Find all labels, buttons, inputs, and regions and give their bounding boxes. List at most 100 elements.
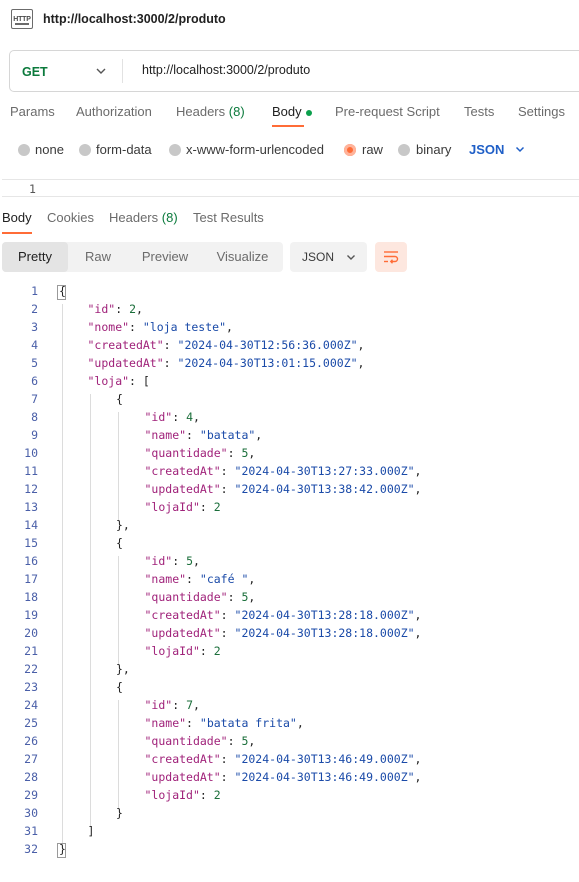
code-line: 13 "lojaId": 2 — [0, 500, 579, 518]
line-number: 25 — [24, 716, 38, 730]
view-raw-button[interactable]: Raw — [68, 242, 128, 272]
chevron-down-icon[interactable] — [94, 64, 108, 78]
view-visualize-button[interactable]: Visualize — [202, 242, 283, 272]
radio-form-data[interactable] — [79, 144, 91, 156]
response-format-select[interactable]: JSON — [290, 242, 367, 272]
line-number: 2 — [31, 302, 38, 316]
code-line: 26 "quantidade": 5, — [0, 734, 579, 752]
body-modified-indicator — [305, 109, 312, 116]
code-text: "name": "batata", — [144, 428, 263, 442]
tab-settings[interactable]: Settings — [518, 104, 565, 119]
code-text: "updatedAt": "2024-04-30T13:28:18.000Z", — [144, 626, 422, 640]
code-text: "quantidade": 5, — [144, 446, 256, 460]
line-number: 1 — [31, 284, 38, 298]
line-number: 15 — [24, 536, 38, 550]
body-format-select[interactable]: JSON — [469, 142, 504, 157]
line-number: 5 — [31, 356, 38, 370]
tab-tests[interactable]: Tests — [464, 104, 494, 119]
code-line: 7{ — [0, 392, 579, 410]
line-number: 1 — [29, 182, 36, 196]
line-number: 4 — [31, 338, 38, 352]
line-number: 16 — [24, 554, 38, 568]
request-tabs: Params Authorization Headers (8) Body Pr… — [0, 104, 579, 128]
radio-label-raw[interactable]: raw — [362, 142, 383, 157]
line-number: 21 — [24, 644, 38, 658]
radio-label-x-www-form-urlencoded[interactable]: x-www-form-urlencoded — [186, 142, 324, 157]
code-text: "quantidade": 5, — [144, 590, 256, 604]
response-tab-headers[interactable]: Headers (8) — [109, 210, 178, 225]
code-text: "id": 2, — [87, 302, 143, 316]
line-number: 20 — [24, 626, 38, 640]
code-text: { — [116, 392, 123, 406]
code-line: 15 { — [0, 536, 579, 554]
tab-pre-request-script[interactable]: Pre-request Script — [335, 104, 440, 119]
line-number: 7 — [31, 392, 38, 406]
tab-headers[interactable]: Headers (8) — [176, 104, 245, 119]
code-line: 27 "createdAt": "2024-04-30T13:46:49.000Z… — [0, 752, 579, 770]
line-number: 26 — [24, 734, 38, 748]
tab-authorization[interactable]: Authorization — [76, 104, 152, 119]
code-line: 21 "lojaId": 2 — [0, 644, 579, 662]
response-headers-count: (8) — [161, 210, 178, 225]
code-line: 25 "name": "batata frita", — [0, 716, 579, 734]
code-text: "updatedAt": "2024-04-30T13:01:15.000Z", — [87, 356, 365, 370]
code-text: ] — [87, 824, 95, 838]
code-text: "updatedAt": "2024-04-30T13:46:49.000Z", — [144, 770, 422, 784]
matching-brace-highlight — [57, 285, 66, 300]
radio-label-binary[interactable]: binary — [416, 142, 451, 157]
wrap-lines-button[interactable] — [375, 242, 407, 272]
line-number: 30 — [24, 806, 38, 820]
chevron-down-icon[interactable] — [514, 143, 526, 155]
code-text: }, — [116, 662, 130, 676]
line-number: 32 — [24, 842, 38, 856]
code-line: 1{ — [0, 284, 579, 302]
code-line: 5 "updatedAt": "2024-04-30T13:01:15.000Z"… — [0, 356, 579, 374]
code-line: 2 "id": 2, — [0, 302, 579, 320]
code-text: "createdAt": "2024-04-30T13:27:33.000Z", — [144, 464, 422, 478]
url-input[interactable]: http://localhost:3000/2/produto — [142, 63, 310, 77]
view-preview-button[interactable]: Preview — [128, 242, 202, 272]
code-line: 6 "loja": [ — [0, 374, 579, 392]
radio-x-www-form-urlencoded[interactable] — [169, 144, 181, 156]
request-body-editor[interactable]: 1 — [2, 179, 579, 197]
line-number: 9 — [31, 428, 38, 442]
line-number: 6 — [31, 374, 38, 388]
response-tab-test-results[interactable]: Test Results — [193, 210, 264, 225]
code-text: "loja": [ — [87, 374, 150, 388]
code-text: { — [116, 536, 123, 550]
response-tabs: Body Cookies Headers (8) Test Results — [0, 210, 579, 234]
chevron-down-icon — [347, 255, 355, 260]
radio-binary[interactable] — [398, 144, 410, 156]
code-line: 9 "name": "batata", — [0, 428, 579, 446]
radio-label-form-data[interactable]: form-data — [96, 142, 152, 157]
line-number: 17 — [24, 572, 38, 586]
code-text: "id": 4, — [144, 410, 200, 424]
line-number: 31 — [24, 824, 38, 838]
code-line: 10 "quantidade": 5, — [0, 446, 579, 464]
line-number: 27 — [24, 752, 38, 766]
code-text: "updatedAt": "2024-04-30T13:38:42.000Z", — [144, 482, 422, 496]
response-tab-cookies[interactable]: Cookies — [47, 210, 94, 225]
method-select[interactable]: GET — [22, 65, 48, 79]
radio-label-none[interactable]: none — [35, 142, 64, 157]
tab-params[interactable]: Params — [10, 104, 55, 119]
code-text: "createdAt": "2024-04-30T12:56:36.000Z", — [87, 338, 365, 352]
request-title[interactable]: http://localhost:3000/2/produto — [43, 12, 226, 26]
radio-raw[interactable] — [344, 144, 356, 156]
tab-body[interactable]: Body — [272, 104, 312, 127]
line-number: 11 — [24, 464, 38, 478]
code-line: 20 "updatedAt": "2024-04-30T13:28:18.000Z… — [0, 626, 579, 644]
headers-count: (8) — [228, 104, 245, 119]
line-number: 18 — [24, 590, 38, 604]
code-line: 3 "nome": "loja teste", — [0, 320, 579, 338]
code-text: "lojaId": 2 — [144, 500, 221, 514]
response-tab-body[interactable]: Body — [2, 210, 32, 234]
radio-none[interactable] — [18, 144, 30, 156]
view-pretty-button[interactable]: Pretty — [2, 242, 68, 272]
code-line: 30} — [0, 806, 579, 824]
code-line: 18 "quantidade": 5, — [0, 590, 579, 608]
code-line: 8 "id": 4, — [0, 410, 579, 428]
code-text: "name": "batata frita", — [144, 716, 304, 730]
code-line: 28 "updatedAt": "2024-04-30T13:46:49.000Z… — [0, 770, 579, 788]
code-line: 32} — [0, 842, 579, 860]
